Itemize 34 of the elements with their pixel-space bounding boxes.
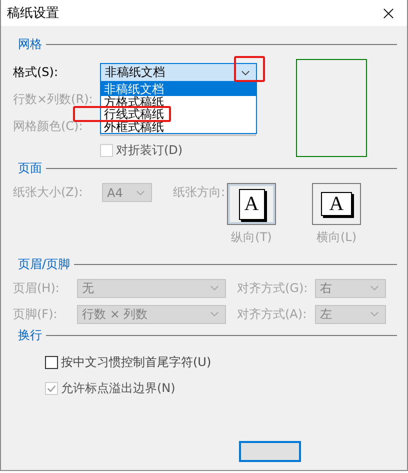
orientation-button[interactable]: A	[227, 183, 276, 225]
section-title: 换行	[17, 326, 43, 344]
close-icon[interactable]	[383, 8, 394, 18]
field-label: 行数×列数(R):	[13, 91, 94, 108]
checkbox-label: 允许标点溢出边界(N)	[61, 380, 176, 396]
chevron-icon	[370, 285, 379, 291]
dropdown-option[interactable]: 非稿纸文档	[101, 83, 256, 96]
checkbox[interactable]	[45, 356, 58, 368]
field-label: 对齐方式(A):	[237, 306, 308, 322]
dropdown-option[interactable]: 行线式稿纸	[101, 108, 256, 120]
field-label: 格式(S):	[13, 64, 60, 81]
field-label: 网格颜色(C):	[13, 118, 84, 135]
field-label: 页眉(H):	[13, 280, 60, 296]
orientation-label: 横向(L)	[316, 229, 357, 246]
field-label: 页脚(F):	[13, 306, 58, 322]
chevron-icon	[136, 190, 145, 196]
dropdown[interactable]: 非稿纸文档	[100, 63, 257, 82]
window-title: 稿纸设置	[7, 5, 59, 22]
chevron-icon	[370, 311, 379, 317]
section-title: 网格	[17, 36, 43, 52]
orientation-label: 纵向(T)	[231, 229, 272, 246]
chevron-icon	[241, 70, 250, 76]
section-title: 页眉/页脚	[17, 256, 72, 272]
field-label: 对齐方式(G):	[237, 280, 309, 296]
checkbox-label: 按中文习惯控制首尾字符(U)	[61, 354, 212, 370]
checkbox-label: 对折装订(D)	[116, 142, 183, 158]
field-label: 纸张大小(Z):	[13, 184, 84, 201]
chevron-icon	[210, 285, 219, 291]
section-title: 页面	[17, 160, 43, 176]
chevron-icon	[210, 311, 219, 317]
dropdown-option[interactable]: 外框式稿纸	[101, 120, 256, 133]
orientation-button[interactable]: A	[312, 183, 361, 225]
field-label: 纸张方向:	[173, 184, 226, 201]
dialog-button[interactable]	[239, 441, 301, 462]
